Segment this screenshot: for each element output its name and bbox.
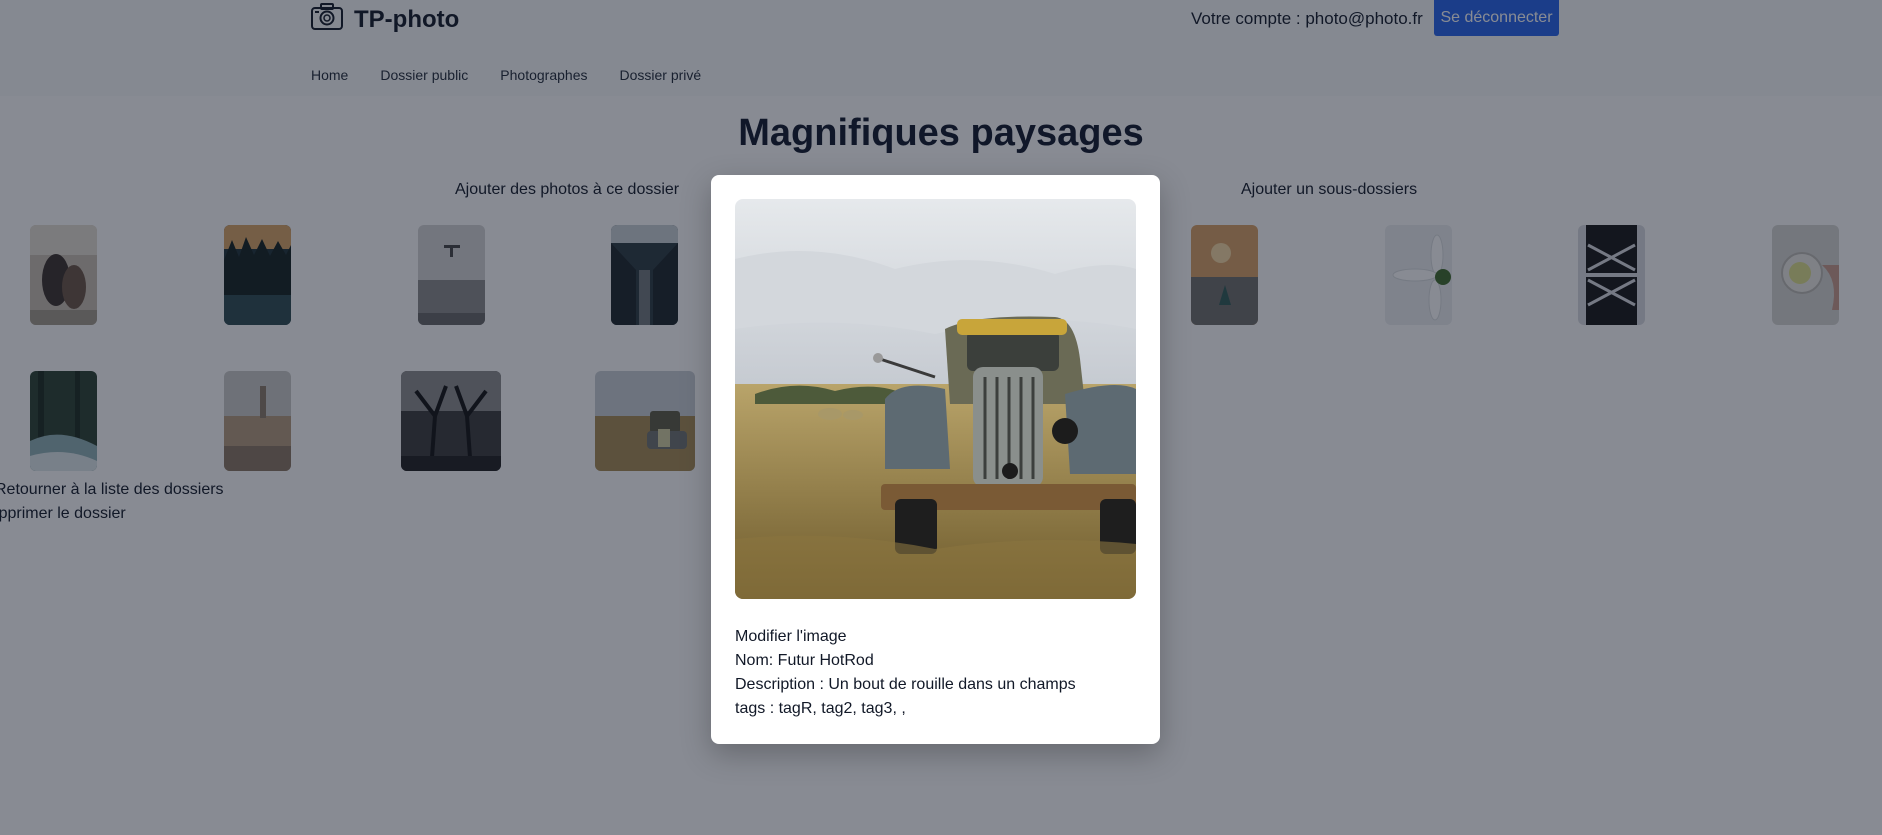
image-detail-modal: Modifier l'image Nom: Futur HotRod Descr…	[711, 175, 1160, 744]
edit-image-link[interactable]: Modifier l'image	[735, 625, 1076, 649]
image-description: Description : Un bout de rouille dans un…	[735, 676, 1076, 693]
image-tags: tags : tagR, tag2, tag3, ,	[735, 700, 906, 717]
image-details: Modifier l'image Nom: Futur HotRod Descr…	[735, 625, 1076, 721]
image-name: Nom: Futur HotRod	[735, 652, 874, 669]
modal-photo	[735, 199, 1136, 599]
